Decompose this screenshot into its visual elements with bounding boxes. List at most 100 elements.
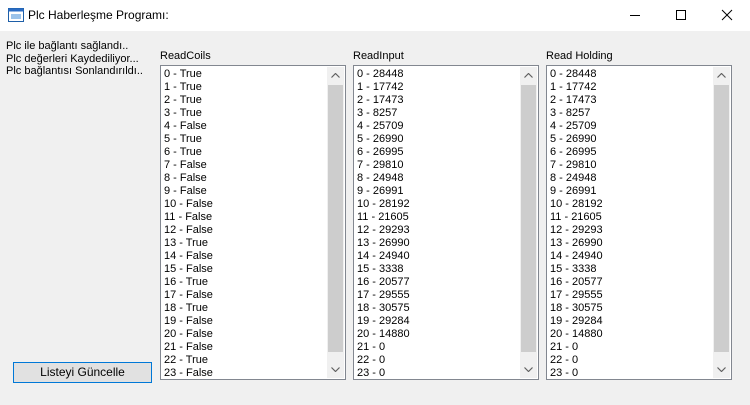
read-input-listbox[interactable]: 0 - 28448 1 - 17742 2 - 17473 3 - 8257 4 - 2… xyxy=(353,65,539,380)
scroll-up-button[interactable] xyxy=(327,67,344,84)
list-items: 0 - 28448 1 - 17742 2 - 17473 3 - 8257 4 - 2… xyxy=(357,68,520,379)
list-item[interactable]: 13 - True xyxy=(164,237,327,250)
maximize-button[interactable] xyxy=(658,0,704,31)
list-item[interactable]: 12 - 29293 xyxy=(550,224,713,237)
list-item[interactable]: 17 - 29555 xyxy=(357,289,520,302)
list-item[interactable]: 18 - 30575 xyxy=(550,302,713,315)
list-item[interactable]: 9 - False xyxy=(164,185,327,198)
list-item[interactable]: 5 - True xyxy=(164,133,327,146)
list-item[interactable]: 23 - 0 xyxy=(357,367,520,379)
list-item[interactable]: 8 - 24948 xyxy=(357,172,520,185)
minimize-button[interactable] xyxy=(612,0,658,31)
list-item[interactable]: 19 - False xyxy=(164,315,327,328)
scroll-down-button[interactable] xyxy=(520,361,537,378)
list-item[interactable]: 23 - False xyxy=(164,367,327,379)
list-item[interactable]: 6 - 26995 xyxy=(357,146,520,159)
list-item[interactable]: 15 - 3338 xyxy=(550,263,713,276)
close-button[interactable] xyxy=(704,0,750,31)
vertical-scrollbar[interactable] xyxy=(520,67,537,378)
list-item[interactable]: 12 - 29293 xyxy=(357,224,520,237)
list-item[interactable]: 16 - True xyxy=(164,276,327,289)
list-item[interactable]: 15 - False xyxy=(164,263,327,276)
list-item[interactable]: 0 - 28448 xyxy=(357,68,520,81)
list-item[interactable]: 8 - False xyxy=(164,172,327,185)
list-item[interactable]: 17 - False xyxy=(164,289,327,302)
scroll-up-button[interactable] xyxy=(713,67,730,84)
list-item[interactable]: 4 - False xyxy=(164,120,327,133)
list-item[interactable]: 21 - 0 xyxy=(357,341,520,354)
list-item[interactable]: 22 - 0 xyxy=(550,354,713,367)
list-item[interactable]: 4 - 25709 xyxy=(550,120,713,133)
list-item[interactable]: 17 - 29555 xyxy=(550,289,713,302)
list-item[interactable]: 23 - 0 xyxy=(550,367,713,379)
list-item[interactable]: 6 - 26995 xyxy=(550,146,713,159)
read-holding-listbox[interactable]: 0 - 28448 1 - 17742 2 - 17473 3 - 8257 4 - 2… xyxy=(546,65,732,380)
list-item[interactable]: 7 - 29810 xyxy=(357,159,520,172)
list-item[interactable]: 11 - 21605 xyxy=(550,211,713,224)
window-title: Plc Haberleşme Programı: xyxy=(28,8,169,22)
list-item[interactable]: 1 - 17742 xyxy=(550,81,713,94)
list-item[interactable]: 0 - 28448 xyxy=(550,68,713,81)
list-item[interactable]: 16 - 20577 xyxy=(357,276,520,289)
scroll-down-button[interactable] xyxy=(713,361,730,378)
update-list-button[interactable]: Listeyi Güncelle xyxy=(13,362,152,383)
list-item[interactable]: 3 - 8257 xyxy=(357,107,520,120)
list-item[interactable]: 10 - 28192 xyxy=(550,198,713,211)
list-item[interactable]: 20 - 14880 xyxy=(550,328,713,341)
list-item[interactable]: 18 - True xyxy=(164,302,327,315)
list-item[interactable]: 7 - False xyxy=(164,159,327,172)
list-item[interactable]: 19 - 29284 xyxy=(357,315,520,328)
status-log: Plc ile bağlantı sağlandı.. Plc değerler… xyxy=(6,40,143,78)
list-item[interactable]: 0 - True xyxy=(164,68,327,81)
list-item[interactable]: 12 - False xyxy=(164,224,327,237)
scroll-thumb[interactable] xyxy=(521,85,536,352)
list-item[interactable]: 16 - 20577 xyxy=(550,276,713,289)
chevron-up-icon xyxy=(524,73,533,78)
list-item[interactable]: 20 - False xyxy=(164,328,327,341)
list-item[interactable]: 19 - 29284 xyxy=(550,315,713,328)
list-item[interactable]: 11 - 21605 xyxy=(357,211,520,224)
list-item[interactable]: 5 - 26990 xyxy=(550,133,713,146)
list-item[interactable]: 7 - 29810 xyxy=(550,159,713,172)
list-item[interactable]: 14 - False xyxy=(164,250,327,263)
list-item[interactable]: 13 - 26990 xyxy=(550,237,713,250)
list-item[interactable]: 22 - True xyxy=(164,354,327,367)
list-item[interactable]: 9 - 26991 xyxy=(550,185,713,198)
status-line: Plc değerleri Kaydediliyor... xyxy=(6,52,139,65)
list-item[interactable]: 2 - 17473 xyxy=(357,94,520,107)
list-item[interactable]: 3 - True xyxy=(164,107,327,120)
scroll-thumb[interactable] xyxy=(328,85,343,352)
list-item[interactable]: 10 - 28192 xyxy=(357,198,520,211)
list-item[interactable]: 2 - True xyxy=(164,94,327,107)
list-item[interactable]: 3 - 8257 xyxy=(550,107,713,120)
list-item[interactable]: 15 - 3338 xyxy=(357,263,520,276)
list-item[interactable]: 5 - 26990 xyxy=(357,133,520,146)
list-item[interactable]: 21 - False xyxy=(164,341,327,354)
list-item[interactable]: 18 - 30575 xyxy=(357,302,520,315)
vertical-scrollbar[interactable] xyxy=(713,67,730,378)
scroll-up-button[interactable] xyxy=(520,67,537,84)
list-item[interactable]: 21 - 0 xyxy=(550,341,713,354)
list-item[interactable]: 1 - True xyxy=(164,81,327,94)
list-item[interactable]: 13 - 26990 xyxy=(357,237,520,250)
chevron-up-icon xyxy=(717,73,726,78)
list-item[interactable]: 20 - 14880 xyxy=(357,328,520,341)
list-item[interactable]: 14 - 24940 xyxy=(550,250,713,263)
list-item[interactable]: 10 - False xyxy=(164,198,327,211)
list-item[interactable]: 14 - 24940 xyxy=(357,250,520,263)
chevron-down-icon xyxy=(331,367,340,372)
vertical-scrollbar[interactable] xyxy=(327,67,344,378)
scroll-down-button[interactable] xyxy=(327,361,344,378)
list-item[interactable]: 4 - 25709 xyxy=(357,120,520,133)
list-item[interactable]: 6 - True xyxy=(164,146,327,159)
list-item[interactable]: 11 - False xyxy=(164,211,327,224)
list-item[interactable]: 2 - 17473 xyxy=(550,94,713,107)
scroll-thumb[interactable] xyxy=(714,85,729,352)
list-items: 0 - True 1 - True 2 - True 3 - True 4 - Fals… xyxy=(164,68,327,379)
list-item[interactable]: 22 - 0 xyxy=(357,354,520,367)
list-item[interactable]: 1 - 17742 xyxy=(357,81,520,94)
list-item[interactable]: 8 - 24948 xyxy=(550,172,713,185)
list-item[interactable]: 9 - 26991 xyxy=(357,185,520,198)
status-line: Plc bağlantısı Sonlandırıldı.. xyxy=(6,65,143,77)
read-coils-listbox[interactable]: 0 - True 1 - True 2 - True 3 - True 4 - Fals… xyxy=(160,65,346,380)
